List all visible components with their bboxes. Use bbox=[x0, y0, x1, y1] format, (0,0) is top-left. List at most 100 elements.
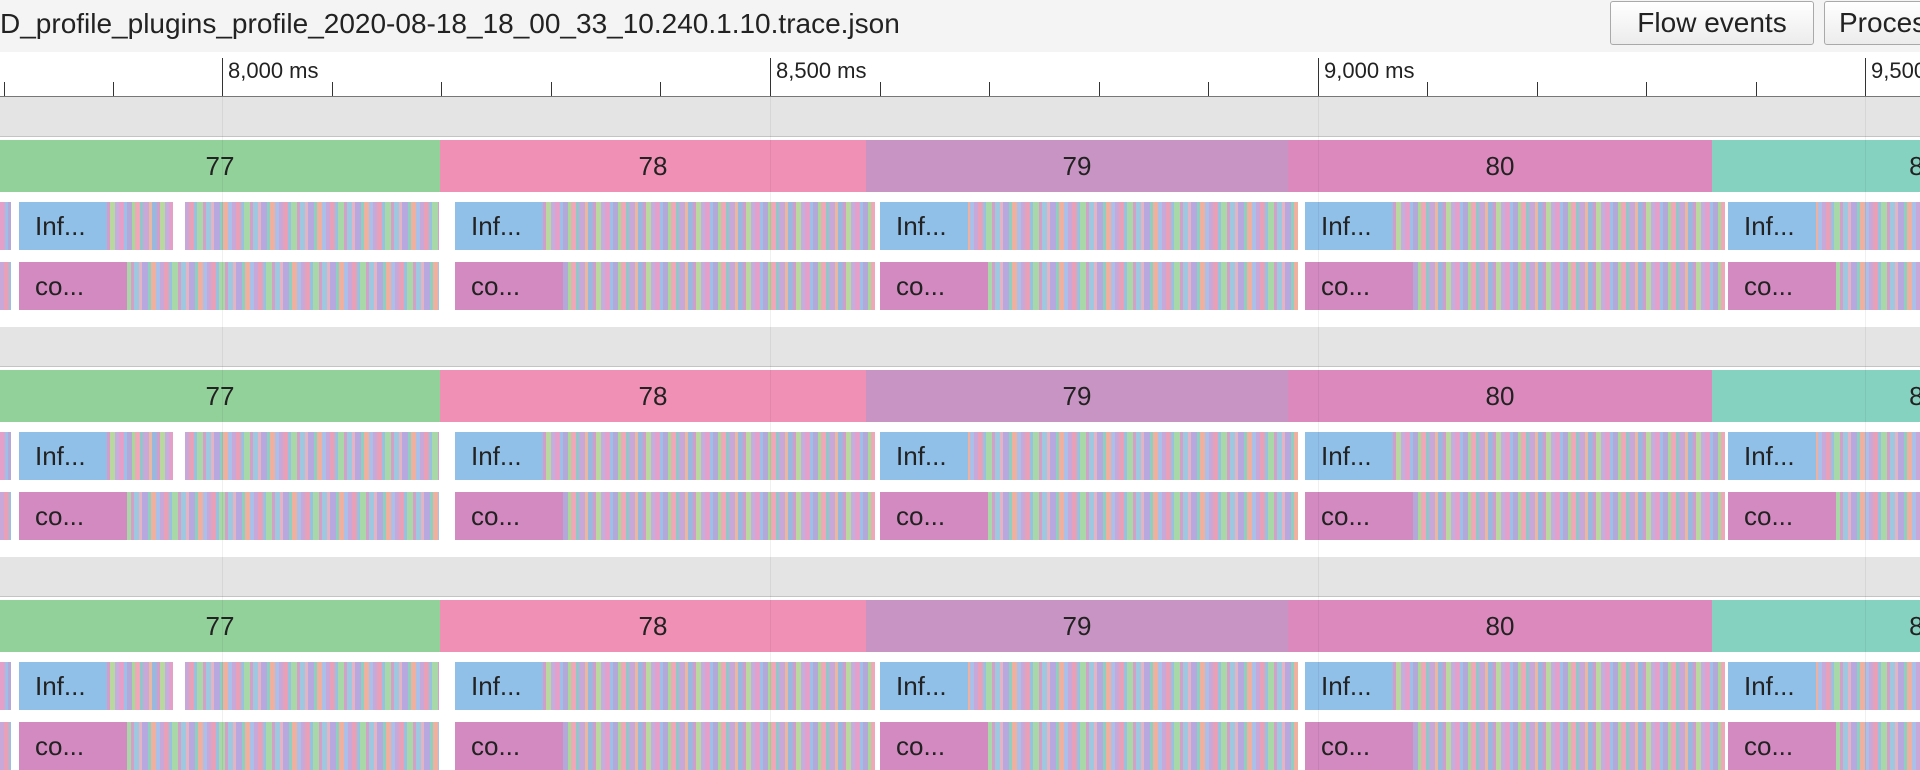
inf-block[interactable]: Inf... bbox=[1728, 662, 1816, 710]
inf-block[interactable]: Inf... bbox=[19, 662, 107, 710]
step-slice-81[interactable]: 81 bbox=[1712, 370, 1920, 422]
flow-events-button[interactable]: Flow events bbox=[1610, 1, 1814, 45]
op-band[interactable]: co... bbox=[455, 262, 875, 310]
op-band[interactable] bbox=[185, 432, 439, 480]
co-block[interactable]: co... bbox=[1728, 262, 1836, 310]
op-band[interactable]: Inf... bbox=[880, 202, 1298, 250]
step-slice-79[interactable]: 79 bbox=[866, 370, 1288, 422]
op-band[interactable] bbox=[185, 662, 439, 710]
co-block[interactable]: co... bbox=[880, 722, 988, 770]
step-slice-77[interactable]: 77 bbox=[0, 370, 440, 422]
op-band[interactable] bbox=[0, 262, 11, 310]
timeline-tracks[interactable]: 77 78 79 80 81 Inf... Inf... Inf... Inf.… bbox=[0, 97, 1920, 770]
co-block[interactable]: co... bbox=[455, 492, 563, 540]
trace-title: D_profile_plugins_profile_2020-08-18_18_… bbox=[0, 8, 900, 39]
op-band[interactable]: Inf... bbox=[19, 432, 173, 480]
op-band[interactable] bbox=[0, 432, 11, 480]
processes-button[interactable]: Processes bbox=[1824, 1, 1920, 45]
op-band[interactable] bbox=[0, 722, 11, 770]
op-band[interactable]: Inf... bbox=[1728, 662, 1920, 710]
op-band[interactable]: co... bbox=[455, 722, 875, 770]
ruler-minor-tick bbox=[551, 82, 552, 96]
op-band[interactable]: Inf... bbox=[1728, 432, 1920, 480]
co-block[interactable]: co... bbox=[19, 492, 127, 540]
op-band[interactable]: co... bbox=[19, 262, 439, 310]
step-slice-79[interactable]: 79 bbox=[866, 600, 1288, 652]
step-slice-77[interactable]: 77 bbox=[0, 600, 440, 652]
op-band[interactable]: co... bbox=[455, 492, 875, 540]
co-block[interactable]: co... bbox=[1728, 722, 1836, 770]
inf-block[interactable]: Inf... bbox=[880, 662, 968, 710]
op-band[interactable]: co... bbox=[19, 492, 439, 540]
inf-block[interactable]: Inf... bbox=[880, 202, 968, 250]
inf-block[interactable]: Inf... bbox=[19, 432, 107, 480]
co-block[interactable]: co... bbox=[1305, 492, 1413, 540]
step-slice-78[interactable]: 78 bbox=[440, 370, 866, 422]
step-slice-78[interactable]: 78 bbox=[440, 140, 866, 192]
ruler-minor-tick bbox=[4, 82, 5, 96]
op-band[interactable]: co... bbox=[1728, 722, 1920, 770]
op-band[interactable]: Inf... bbox=[880, 662, 1298, 710]
op-band[interactable]: Inf... bbox=[19, 662, 173, 710]
step-label-81: 81 bbox=[1909, 381, 1920, 411]
op-band[interactable]: Inf... bbox=[455, 662, 875, 710]
op-band[interactable]: Inf... bbox=[1305, 662, 1725, 710]
inf-block[interactable]: Inf... bbox=[455, 662, 543, 710]
compute-row: co... co... co... co... co... bbox=[0, 492, 1920, 540]
op-band[interactable]: co... bbox=[880, 492, 1298, 540]
op-band[interactable]: co... bbox=[1305, 492, 1725, 540]
step-slice-81[interactable]: 81 bbox=[1712, 600, 1920, 652]
ruler-major-tick bbox=[222, 58, 223, 96]
step-slice-79[interactable]: 79 bbox=[866, 140, 1288, 192]
co-block[interactable]: co... bbox=[880, 262, 988, 310]
op-band[interactable]: co... bbox=[1305, 722, 1725, 770]
op-band[interactable]: co... bbox=[19, 722, 439, 770]
step-slice-80[interactable]: 80 bbox=[1288, 600, 1712, 652]
inf-block[interactable]: Inf... bbox=[19, 202, 107, 250]
ruler-minor-tick bbox=[113, 82, 114, 96]
step-slice-78[interactable]: 78 bbox=[440, 600, 866, 652]
co-block[interactable]: co... bbox=[1728, 492, 1836, 540]
step-slice-80[interactable]: 80 bbox=[1288, 370, 1712, 422]
ruler-major-tick bbox=[1865, 58, 1866, 96]
ruler-minor-tick bbox=[441, 82, 442, 96]
inf-block[interactable]: Inf... bbox=[1728, 202, 1816, 250]
co-block[interactable]: co... bbox=[455, 722, 563, 770]
time-ruler[interactable]: 8,000 ms 8,500 ms 9,000 ms 9,500 ms bbox=[0, 52, 1920, 97]
co-block[interactable]: co... bbox=[880, 492, 988, 540]
ruler-label-8000: 8,000 ms bbox=[228, 58, 319, 83]
op-band[interactable] bbox=[185, 202, 439, 250]
op-band[interactable]: Inf... bbox=[1305, 432, 1725, 480]
co-block[interactable]: co... bbox=[1305, 722, 1413, 770]
op-band[interactable]: co... bbox=[1305, 262, 1725, 310]
ruler-minor-tick bbox=[1427, 82, 1428, 96]
inf-block[interactable]: Inf... bbox=[455, 432, 543, 480]
step-slice-81[interactable]: 81 bbox=[1712, 140, 1920, 192]
grid-line bbox=[1865, 97, 1866, 770]
op-band[interactable] bbox=[0, 202, 11, 250]
co-block[interactable]: co... bbox=[19, 262, 127, 310]
co-block[interactable]: co... bbox=[1305, 262, 1413, 310]
step-slice-77[interactable]: 77 bbox=[0, 140, 440, 192]
process-separator bbox=[0, 557, 1920, 597]
op-band[interactable] bbox=[0, 662, 11, 710]
op-band[interactable]: co... bbox=[1728, 492, 1920, 540]
op-band[interactable] bbox=[0, 492, 11, 540]
op-band[interactable]: Inf... bbox=[455, 202, 875, 250]
inf-block[interactable]: Inf... bbox=[1728, 432, 1816, 480]
op-band[interactable]: co... bbox=[880, 262, 1298, 310]
op-band[interactable]: Inf... bbox=[455, 432, 875, 480]
co-block[interactable]: co... bbox=[455, 262, 563, 310]
ruler-label-8500: 8,500 ms bbox=[776, 58, 867, 83]
op-band[interactable]: co... bbox=[1728, 262, 1920, 310]
step-slice-80[interactable]: 80 bbox=[1288, 140, 1712, 192]
op-band[interactable]: Inf... bbox=[880, 432, 1298, 480]
op-band[interactable]: co... bbox=[880, 722, 1298, 770]
inf-block[interactable]: Inf... bbox=[455, 202, 543, 250]
op-band[interactable]: Inf... bbox=[1728, 202, 1920, 250]
op-band[interactable]: Inf... bbox=[19, 202, 173, 250]
ruler-minor-tick bbox=[1537, 82, 1538, 96]
inf-block[interactable]: Inf... bbox=[880, 432, 968, 480]
co-block[interactable]: co... bbox=[19, 722, 127, 770]
op-band[interactable]: Inf... bbox=[1305, 202, 1725, 250]
